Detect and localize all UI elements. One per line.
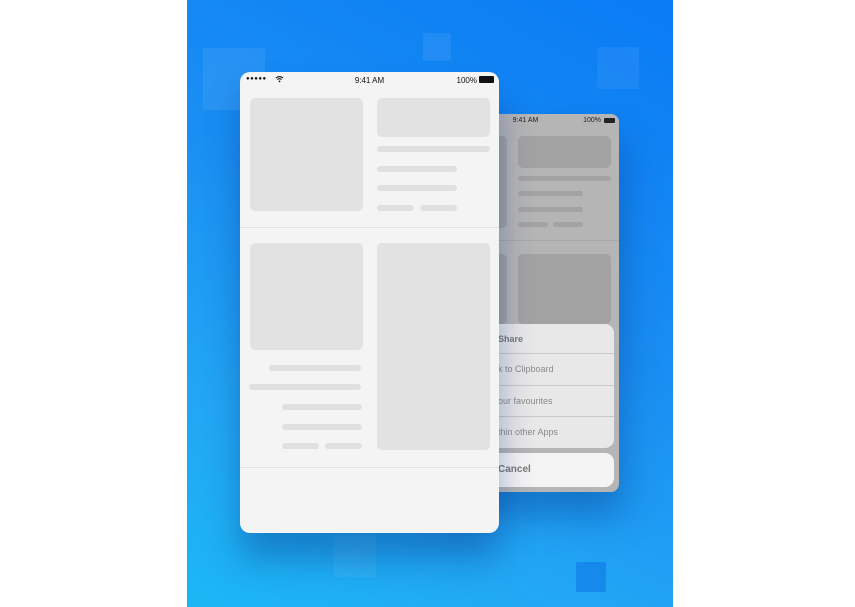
placeholder-text-line xyxy=(377,205,414,211)
placeholder-text-line xyxy=(249,384,361,390)
placeholder-text-line xyxy=(282,404,362,410)
placeholder-text-line xyxy=(269,365,361,371)
battery-percentage: 100% xyxy=(456,76,477,85)
battery-percentage: 100% xyxy=(583,117,601,124)
placeholder-text-line xyxy=(518,191,583,196)
decorative-square xyxy=(423,33,451,61)
front-phone-mockup: ●●●●● 9:41 AM 100% xyxy=(240,72,499,533)
decorative-square xyxy=(576,562,606,592)
placeholder-image xyxy=(250,98,363,211)
battery-icon xyxy=(479,76,494,83)
placeholder-text-line xyxy=(282,443,319,449)
placeholder-image xyxy=(518,136,611,168)
placeholder-text-line xyxy=(282,424,362,430)
placeholder-image xyxy=(518,254,611,324)
placeholder-text-line xyxy=(377,146,490,152)
placeholder-image xyxy=(250,243,363,350)
canvas: 9:41 AM 100% Share k to Clipboard our fa… xyxy=(0,0,855,607)
placeholder-text-line xyxy=(377,185,457,191)
placeholder-text-line xyxy=(518,222,548,227)
divider xyxy=(240,227,499,228)
placeholder-text-line xyxy=(553,222,583,227)
placeholder-text-line xyxy=(420,205,457,211)
divider xyxy=(240,467,499,468)
placeholder-text-line xyxy=(518,207,583,212)
placeholder-image xyxy=(377,243,490,450)
decorative-square xyxy=(597,47,639,89)
battery-icon xyxy=(604,118,615,123)
placeholder-text-line xyxy=(518,176,611,181)
placeholder-image xyxy=(377,98,490,137)
placeholder-text-line xyxy=(377,166,457,172)
decorative-square xyxy=(334,535,376,577)
placeholder-text-line xyxy=(325,443,362,449)
status-bar: ●●●●● 9:41 AM 100% xyxy=(240,72,499,88)
